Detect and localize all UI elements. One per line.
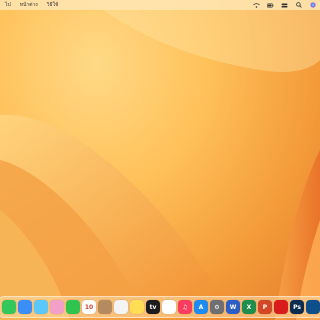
word-icon[interactable]: W bbox=[226, 300, 240, 314]
menu-go[interactable]: ไป bbox=[5, 1, 11, 9]
acrobat-icon[interactable] bbox=[274, 300, 288, 314]
app-store-icon[interactable]: A bbox=[194, 300, 208, 314]
control-center-icon[interactable] bbox=[281, 3, 288, 8]
mail-icon[interactable] bbox=[18, 300, 32, 314]
calendar-icon[interactable]: 10 bbox=[82, 300, 96, 314]
desktop-wallpaper bbox=[0, 0, 320, 320]
dock: 10 tv ♫ A ⚙ W X P Ps bbox=[0, 296, 320, 318]
menu-bar: ไป หน้าต่าง วิธีใช้ bbox=[0, 0, 320, 10]
siri-icon[interactable] bbox=[309, 2, 316, 8]
photos-icon[interactable] bbox=[50, 300, 64, 314]
wallpaper-waves bbox=[0, 0, 320, 320]
wifi-icon[interactable] bbox=[253, 2, 260, 8]
menu-help[interactable]: วิธีใช้ bbox=[47, 1, 59, 9]
contacts-icon[interactable] bbox=[98, 300, 112, 314]
music-icon[interactable]: ♫ bbox=[178, 300, 192, 314]
powerpoint-icon[interactable]: P bbox=[258, 300, 272, 314]
reminders-icon[interactable] bbox=[114, 300, 128, 314]
notes-icon[interactable] bbox=[130, 300, 144, 314]
messages-icon[interactable] bbox=[2, 300, 16, 314]
battery-icon[interactable] bbox=[267, 2, 274, 8]
search-icon[interactable] bbox=[295, 2, 302, 8]
freeform-icon[interactable] bbox=[162, 300, 176, 314]
menu-window[interactable]: หน้าต่าง bbox=[20, 1, 38, 9]
facetime-icon[interactable] bbox=[66, 300, 80, 314]
excel-icon[interactable]: X bbox=[242, 300, 256, 314]
system-settings-icon[interactable]: ⚙ bbox=[210, 300, 224, 314]
photoshop-icon[interactable]: Ps bbox=[290, 300, 304, 314]
app-overflow-icon[interactable] bbox=[306, 300, 320, 314]
maps-icon[interactable] bbox=[34, 300, 48, 314]
tv-icon[interactable]: tv bbox=[146, 300, 160, 314]
